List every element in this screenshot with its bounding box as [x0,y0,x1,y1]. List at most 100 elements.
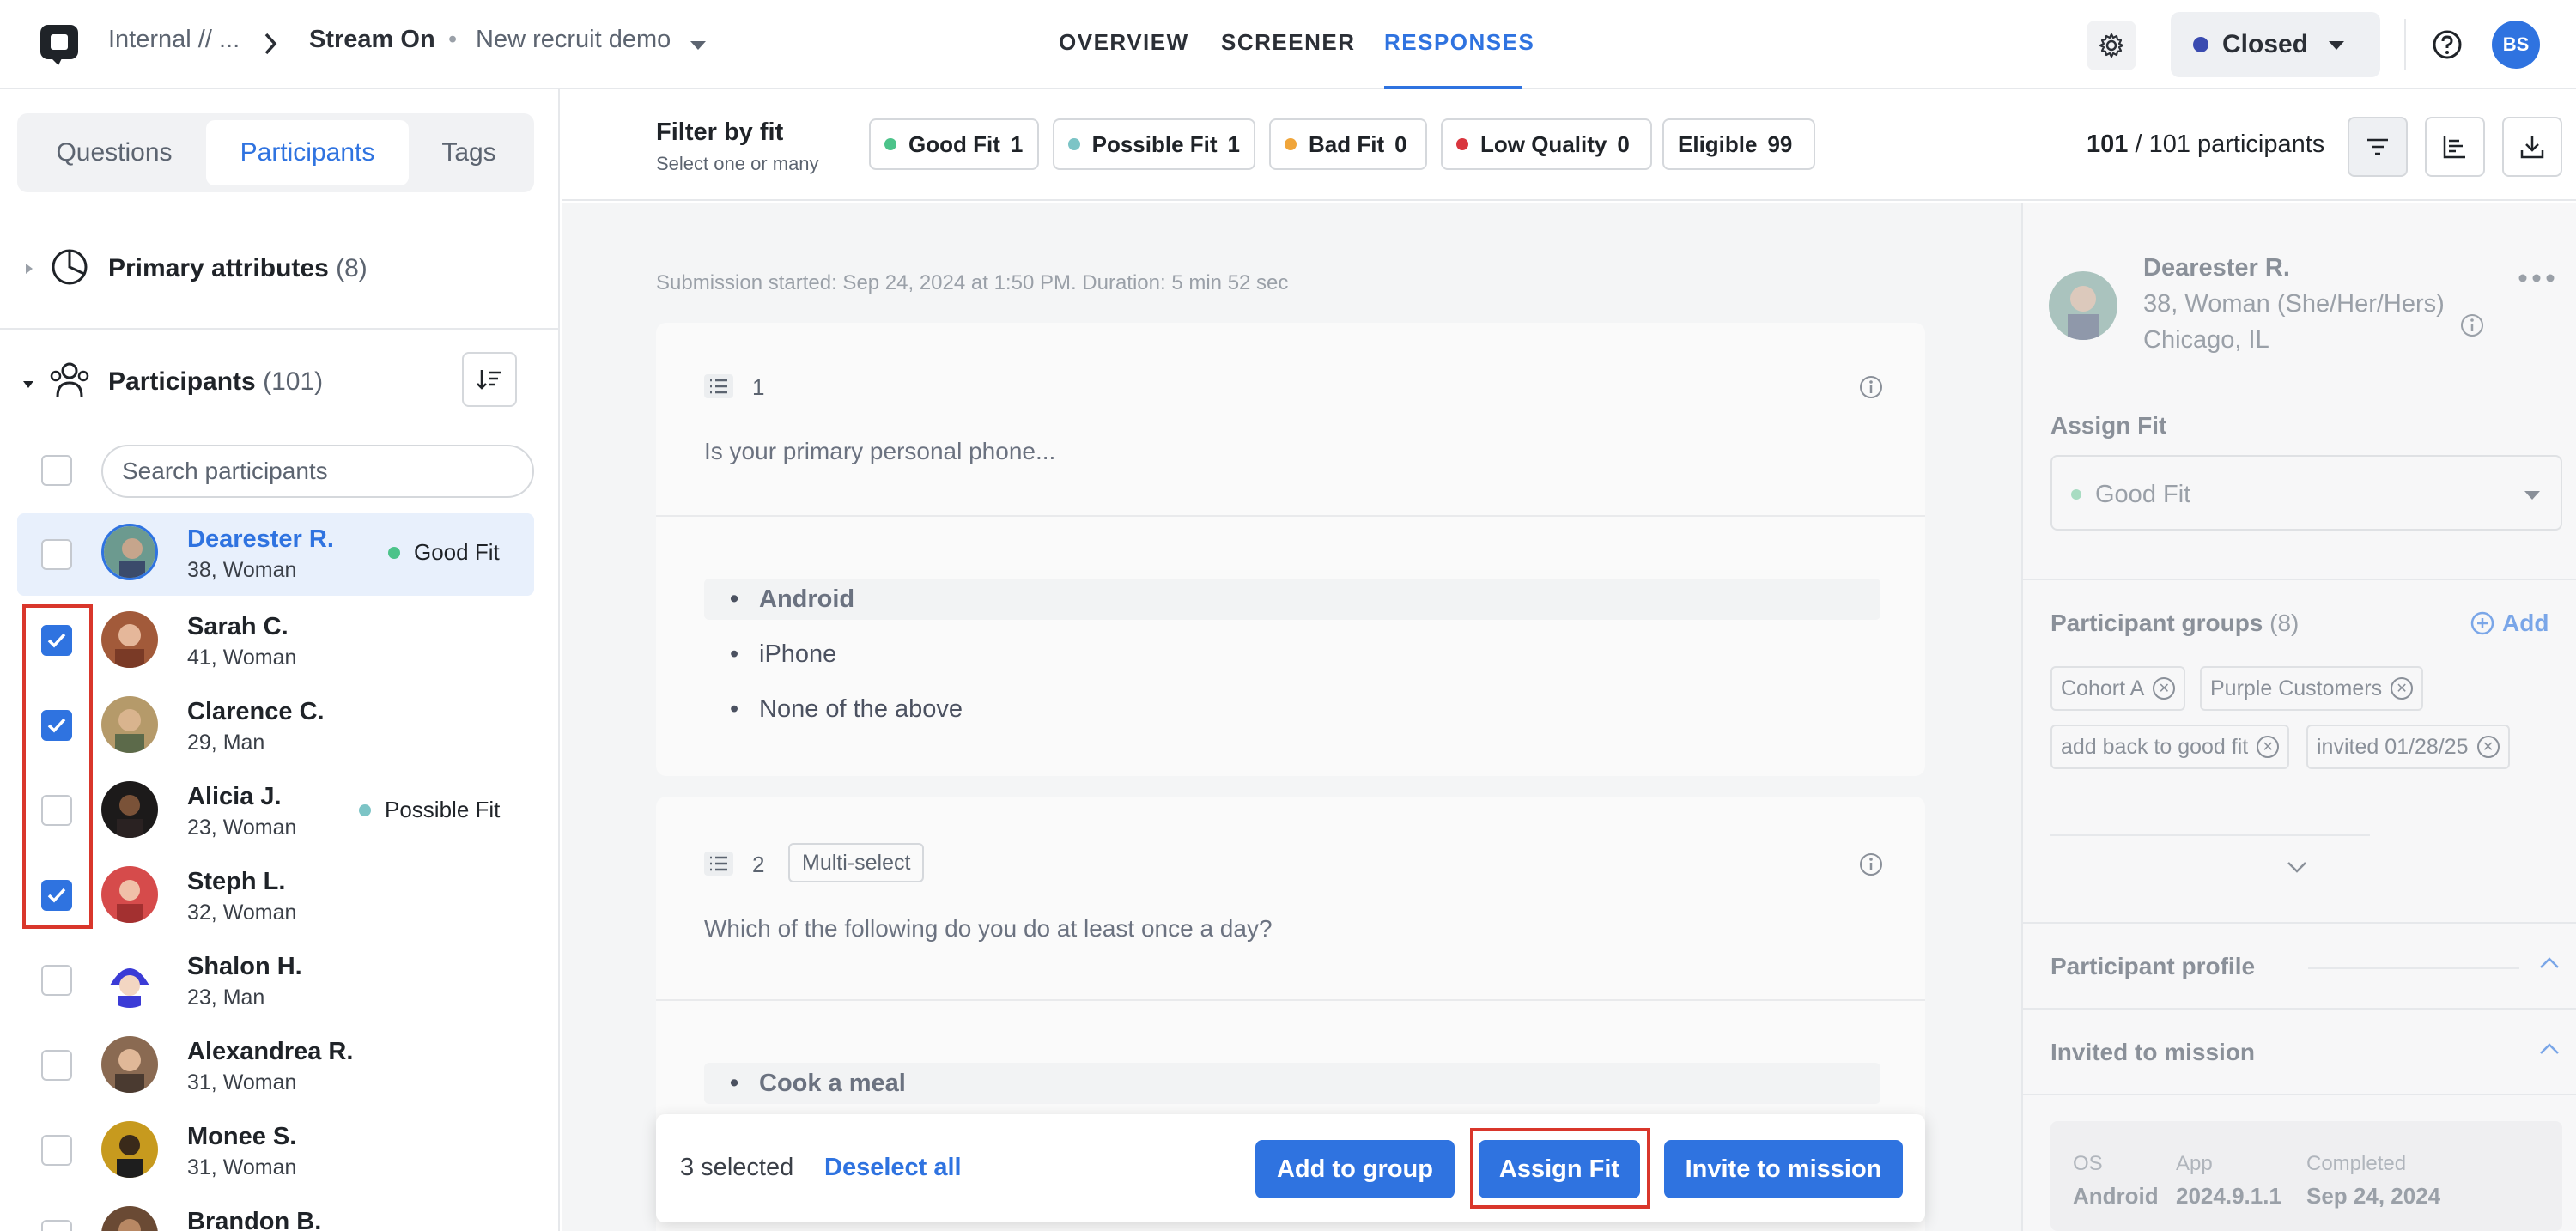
participant-meta: 32, Woman [187,901,297,925]
participants-section-title[interactable]: Participants (101) [108,367,323,397]
invite-to-mission-button[interactable]: Invite to mission [1664,1140,1903,1198]
filter-button[interactable] [2348,117,2408,177]
selected-count: 3 selected [680,1154,794,1181]
select-all-checkbox[interactable] [41,455,72,486]
participant-row-alicia[interactable]: Alicia J. 23, Woman Possible Fit [17,769,534,852]
chevron-up-icon[interactable] [2538,1042,2561,1056]
breadcrumb-separator: • [448,26,458,53]
participant-row-clarence[interactable]: Clarence C. 29, Man [17,684,534,767]
question-number: 1 [752,374,765,400]
info-icon[interactable] [1858,374,1884,400]
filter-title: Filter by fit [656,118,784,146]
breadcrumb-workspace[interactable]: Internal // ... [108,26,240,54]
breadcrumb-study[interactable]: New recruit demo [476,26,671,54]
participant-avatar [101,1206,158,1231]
bar-chart-icon [2442,134,2468,160]
search-input[interactable]: Search participants [101,445,534,498]
os-label: OS [2073,1152,2103,1175]
remove-tag-icon[interactable]: ✕ [2476,736,2500,758]
mission-info-card: OS Android App 2024.9.1.1 Completed Sep … [2050,1121,2562,1231]
participant-name: Clarence C. [187,698,325,725]
group-tag-label: Purple Customers [2210,676,2383,700]
sidebar-tab-participants[interactable]: Participants [206,120,409,185]
group-tag: invited 01/28/25 ✕ [2306,725,2510,769]
sidebar: Questions Participants Tags Primary attr… [0,89,560,1231]
sidebar-tab-questions[interactable]: Questions [24,120,204,185]
row-checkbox[interactable] [41,1050,72,1081]
fit-label: Possible Fit [385,797,501,822]
participant-count-rest: / 101 participants [2135,130,2325,158]
tab-screener[interactable]: SCREENER [1221,29,1355,56]
participant-row-monee[interactable]: Monee S. 31, Woman [17,1109,534,1192]
tab-responses[interactable]: RESPONSES [1384,29,1534,56]
fit-dot [1456,138,1468,150]
add-to-group-button[interactable]: Add to group [1255,1140,1455,1198]
tab-overview[interactable]: OVERVIEW [1059,29,1189,56]
list-icon [704,852,733,876]
participant-row-dearester[interactable]: Dearester R. 38, Woman Good Fit [17,513,534,596]
participant-profile-label[interactable]: Participant profile [2050,953,2255,980]
info-icon[interactable] [2459,312,2485,338]
participant-row-sarah[interactable]: Sarah C. 41, Woman [17,599,534,682]
filter-chip-bad-fit[interactable]: Bad Fit 0 [1269,118,1427,170]
participant-meta: 23, Woman [187,816,297,840]
help-button[interactable] [2432,29,2463,60]
participant-row-brandon[interactable]: Brandon B. [17,1194,534,1231]
highlight-assign-fit [1470,1128,1650,1209]
primary-attributes-toggle[interactable]: Primary attributes (8) [108,254,368,283]
fit-badge: Good Fit [388,539,500,566]
participant-avatar [101,1121,158,1178]
participant-meta: 23, Man [187,985,265,1010]
remove-tag-icon[interactable]: ✕ [2257,736,2280,758]
detail-avatar [2049,271,2117,340]
chart-view-button[interactable] [2425,117,2485,177]
filter-chip-eligible[interactable]: Eligible 99 [1662,118,1815,170]
chevron-down-icon[interactable] [2286,860,2308,874]
caret-down-icon[interactable] [22,379,34,390]
participant-row-alexandrea[interactable]: Alexandrea R. 31, Woman [17,1024,534,1107]
add-group-label: Add [2502,609,2549,636]
info-icon[interactable] [1858,852,1884,877]
assign-fit-select[interactable]: Good Fit [2050,455,2562,531]
add-group-link[interactable]: Add [2470,609,2549,637]
row-checkbox[interactable] [41,965,72,996]
participant-name: Dearester R. [187,525,334,553]
row-checkbox[interactable] [41,1220,72,1231]
chip-label: Bad Fit [1309,130,1385,157]
settings-button[interactable] [2087,21,2136,70]
participant-row-steph[interactable]: Steph L. 32, Woman [17,854,534,937]
participant-groups-count: (8) [2269,609,2300,636]
row-checkbox[interactable] [41,1135,72,1166]
completed-label: Completed [2306,1152,2407,1175]
list-icon [704,374,733,398]
user-avatar[interactable]: BS [2492,21,2540,69]
deselect-all-link[interactable]: Deselect all [824,1154,962,1182]
caret-down-icon [2523,489,2542,501]
filter-chip-low-quality[interactable]: Low Quality 0 [1441,118,1652,170]
caret-right-icon[interactable] [24,263,34,275]
more-options-icon[interactable] [2518,273,2555,283]
sidebar-tab-tags[interactable]: Tags [410,120,527,185]
app-logo[interactable] [39,24,79,67]
participant-meta: 29, Man [187,731,265,755]
filter-chip-possible-fit[interactable]: Possible Fit 1 [1053,118,1255,170]
invited-to-mission-label[interactable]: Invited to mission [2050,1039,2255,1066]
caret-down-icon[interactable] [689,39,708,52]
app-value: 2024.9.1.1 [2176,1183,2281,1209]
breadcrumb-project[interactable]: Stream On [309,26,435,54]
participant-meta: 31, Woman [187,1155,297,1179]
download-button[interactable] [2502,117,2562,177]
sort-button[interactable] [462,352,517,407]
remove-tag-icon[interactable]: ✕ [2391,677,2414,700]
group-tag-label: invited 01/28/25 [2317,734,2469,759]
chip-count: 1 [1010,130,1024,157]
participants-label: Participants [108,367,256,396]
participant-row-shalon[interactable]: Shalon H. 23, Man [17,939,534,1022]
filter-chip-good-fit[interactable]: Good Fit 1 [869,118,1039,170]
chevron-up-icon[interactable] [2538,956,2561,970]
status-dropdown[interactable]: Closed [2171,12,2380,77]
fit-dot [359,803,371,816]
remove-tag-icon[interactable]: ✕ [2153,677,2176,700]
row-checkbox[interactable] [41,539,72,570]
assign-fit-label: Assign Fit [2050,412,2167,439]
